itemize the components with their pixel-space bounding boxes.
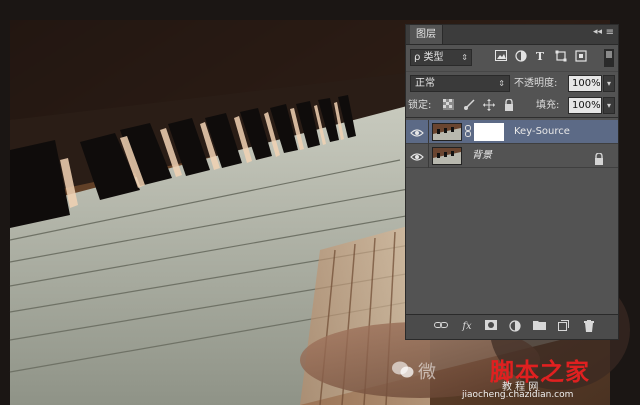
- filter-kind-label: 类型: [423, 52, 444, 63]
- photoshop-workspace: 图层 ◂◂ ≡ ρ 类型 ⇕ T 正常 ⇕ 不透明度: 100% ▾ 锁定: 填…: [0, 0, 640, 405]
- brand-url: jiaocheng.chazidian.com: [462, 390, 574, 400]
- wechat-icon: [392, 360, 414, 380]
- add-mask-icon[interactable]: [484, 320, 498, 334]
- new-layer-icon[interactable]: [556, 320, 570, 334]
- blend-mode-select[interactable]: 正常 ⇕: [410, 75, 510, 92]
- lock-label: 锁定:: [408, 100, 432, 111]
- layers-list: Key-Source 背景: [406, 118, 618, 318]
- fx-icon[interactable]: fx: [460, 320, 474, 334]
- smart-object-filter-icon[interactable]: [574, 50, 588, 64]
- visibility-eye-icon[interactable]: [410, 125, 424, 139]
- layer-thumbnail[interactable]: [432, 147, 462, 165]
- panel-menu-icon[interactable]: ≡: [606, 27, 614, 38]
- blend-row: 正常 ⇕ 不透明度: 100% ▾: [406, 71, 618, 94]
- layers-panel: 图层 ◂◂ ≡ ρ 类型 ⇕ T 正常 ⇕ 不透明度: 100% ▾ 锁定: 填…: [405, 24, 619, 340]
- link-layers-icon[interactable]: [434, 320, 448, 334]
- blend-mode-value: 正常: [415, 78, 435, 89]
- layers-panel-footer: fx: [406, 314, 618, 339]
- filter-kind-select[interactable]: ρ 类型 ⇕: [410, 49, 472, 66]
- filter-toggle-switch[interactable]: [604, 49, 614, 67]
- layer-lock-icon: [594, 150, 604, 165]
- layer-thumbnail[interactable]: [432, 123, 462, 141]
- visibility-eye-icon[interactable]: [410, 149, 424, 163]
- layer-name[interactable]: 背景: [472, 144, 492, 168]
- lock-row: 锁定: 填充: 100% ▾: [406, 95, 618, 118]
- lock-position-move-icon[interactable]: [482, 99, 495, 112]
- layer-row-key-source[interactable]: Key-Source: [406, 120, 618, 144]
- lock-transparency-icon[interactable]: [442, 99, 455, 112]
- new-group-icon[interactable]: [532, 320, 546, 334]
- tab-layers[interactable]: 图层: [410, 25, 443, 44]
- layer-mask-thumbnail[interactable]: [474, 123, 504, 141]
- chevron-down-icon: ⇕: [461, 53, 468, 62]
- fill-slider-toggle[interactable]: ▾: [603, 97, 615, 114]
- adjustment-filter-icon[interactable]: [514, 50, 528, 64]
- mask-link-icon[interactable]: [464, 125, 472, 139]
- layer-filter-row: ρ 类型 ⇕ T: [406, 47, 618, 69]
- search-icon: ρ: [414, 52, 421, 63]
- opacity-slider-toggle[interactable]: ▾: [603, 75, 615, 92]
- separator: [428, 120, 429, 144]
- shape-filter-icon[interactable]: [554, 50, 568, 64]
- delete-layer-icon[interactable]: [582, 320, 596, 334]
- image-filter-icon[interactable]: [494, 50, 508, 64]
- chevron-down-icon: ⇕: [498, 79, 505, 88]
- adjustment-layer-icon[interactable]: [508, 320, 522, 334]
- watermark: 微 脚本之家 教 程 网 jiaocheng.chazidian.com: [392, 352, 632, 402]
- separator: [428, 144, 429, 168]
- fill-label: 填充:: [536, 100, 560, 111]
- lock-all-icon[interactable]: [502, 98, 515, 112]
- wechat-watermark-text: 微: [418, 362, 436, 383]
- panel-header: 图层 ◂◂ ≡: [406, 25, 618, 45]
- collapse-panel-icon[interactable]: ◂◂: [593, 27, 602, 37]
- opacity-label: 不透明度:: [514, 78, 558, 89]
- lock-pixels-brush-icon[interactable]: [462, 99, 475, 112]
- opacity-field[interactable]: 100%: [568, 75, 602, 92]
- fill-field[interactable]: 100%: [568, 97, 602, 114]
- type-filter-icon[interactable]: T: [533, 50, 547, 64]
- layer-name[interactable]: Key-Source: [514, 120, 570, 144]
- layer-row-background[interactable]: 背景: [406, 144, 618, 168]
